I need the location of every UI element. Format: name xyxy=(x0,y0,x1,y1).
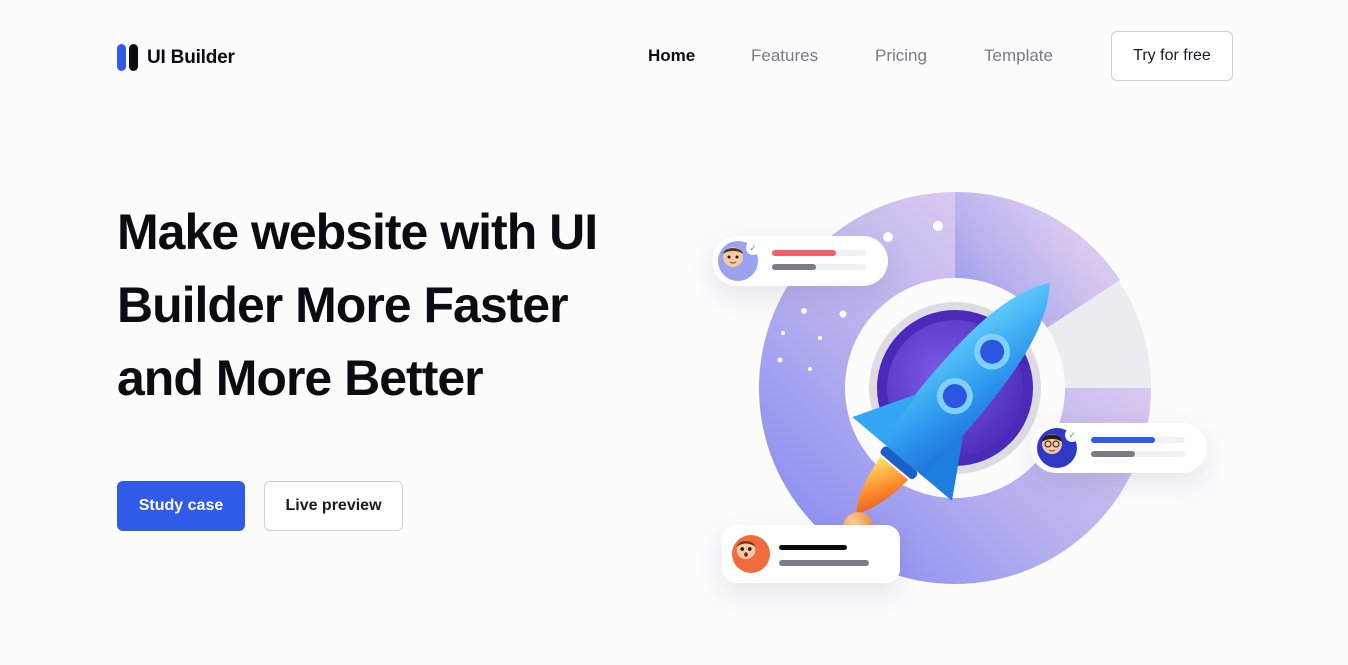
nav-pricing[interactable]: Pricing xyxy=(875,46,927,66)
card-bar xyxy=(772,264,816,270)
card-bar xyxy=(1091,451,1135,457)
hero-illustration: ✓ ✓ xyxy=(690,180,1250,600)
card-bar xyxy=(779,545,847,550)
card-bar xyxy=(1091,437,1155,443)
card-bar xyxy=(772,250,836,256)
user-card: ✓ xyxy=(712,236,888,286)
avatar-surprised-icon xyxy=(732,535,770,573)
hero-title-line: Make website with UI xyxy=(117,204,598,260)
study-case-button[interactable]: Study case xyxy=(117,481,245,531)
hero-title-line: and More Better xyxy=(117,350,484,406)
landing-page: UI Builder Home Features Pricing Templat… xyxy=(0,0,1348,665)
check-icon: ✓ xyxy=(746,241,760,255)
check-icon: ✓ xyxy=(1065,428,1079,442)
nav-home[interactable]: Home xyxy=(648,46,695,66)
user-card xyxy=(722,525,900,583)
user-card: ✓ xyxy=(1031,423,1207,473)
nav-features[interactable]: Features xyxy=(751,46,818,66)
hero-title: Make website with UI Builder More Faster… xyxy=(117,196,677,415)
card-bar xyxy=(779,560,869,566)
try-for-free-button[interactable]: Try for free xyxy=(1111,31,1233,81)
live-preview-button[interactable]: Live preview xyxy=(264,481,403,531)
hero-title-line: Builder More Faster xyxy=(117,277,569,333)
nav-template[interactable]: Template xyxy=(984,46,1053,66)
